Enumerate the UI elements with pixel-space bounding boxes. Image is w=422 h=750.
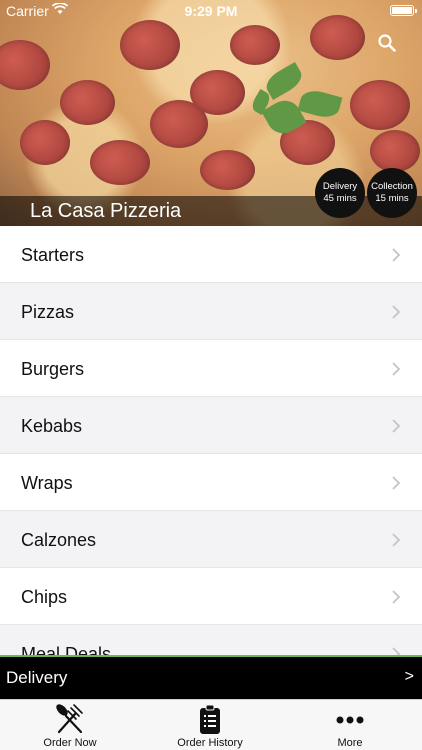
menu-item-label: Burgers [21, 359, 85, 379]
menu-item-label: Starters [21, 245, 85, 265]
chevron-right-icon [392, 248, 400, 262]
chevron-right-icon [392, 476, 400, 490]
menu-item-burgers[interactable]: Burgers [0, 340, 422, 397]
menu-item-label: Wraps [21, 473, 73, 493]
delivery-badge-label: Delivery [322, 181, 358, 192]
collection-time-badge: Collection 15 mins [367, 168, 417, 218]
fork-knife-icon [56, 704, 83, 734]
tab-label: Order History [177, 737, 243, 749]
menu-item-chips[interactable]: Chips [0, 568, 422, 625]
hero-banner: Carrier 9:29 PM La Casa Pizzeria Deliver… [0, 0, 422, 226]
collection-badge-time: 15 mins [375, 193, 409, 204]
more-dots-icon [336, 716, 364, 724]
tab-order-history[interactable]: Order History [160, 700, 260, 750]
chevron-right-icon [392, 362, 400, 376]
menu-item-starters[interactable]: Starters [0, 226, 422, 283]
menu-item-wraps[interactable]: Wraps [0, 454, 422, 511]
menu-item-label: Calzones [21, 530, 97, 550]
menu-item-label: Kebabs [21, 416, 83, 436]
menu-item-label: Pizzas [21, 302, 75, 322]
tab-order-now[interactable]: Order Now [20, 700, 120, 750]
chevron-right-icon [392, 419, 400, 433]
delivery-time-badge: Delivery 45 mins [315, 168, 365, 218]
order-type-bar[interactable]: Delivery > [0, 657, 422, 699]
chevron-right-icon: > [404, 668, 414, 685]
chevron-right-icon [392, 533, 400, 547]
tab-label: Order Now [43, 737, 97, 749]
tab-label: More [337, 737, 363, 749]
delivery-badge-time: 45 mins [323, 193, 357, 204]
menu-item-pizzas[interactable]: Pizzas [0, 283, 422, 340]
tab-bar: Order Now Order History More [0, 699, 422, 750]
tab-more[interactable]: More [310, 700, 390, 750]
collection-badge-label: Collection [371, 181, 413, 192]
chevron-right-icon [392, 305, 400, 319]
search-icon[interactable] [378, 34, 396, 52]
menu-item-calzones[interactable]: Calzones [0, 511, 422, 568]
menu-item-kebabs[interactable]: Kebabs [0, 397, 422, 454]
chevron-right-icon [392, 590, 400, 604]
restaurant-name: La Casa Pizzeria [30, 200, 182, 222]
menu-item-meal-deals[interactable]: Meal Deals [0, 625, 422, 656]
clipboard-icon [200, 704, 220, 734]
status-bar: Carrier 9:29 PM [0, 0, 422, 22]
menu-category-list: Starters Pizzas Burgers Kebabs Wraps Cal… [0, 226, 422, 656]
battery-icon [390, 5, 417, 16]
order-type-label: Delivery [6, 668, 68, 687]
menu-item-label: Chips [21, 587, 68, 607]
status-time: 9:29 PM [184, 3, 238, 19]
